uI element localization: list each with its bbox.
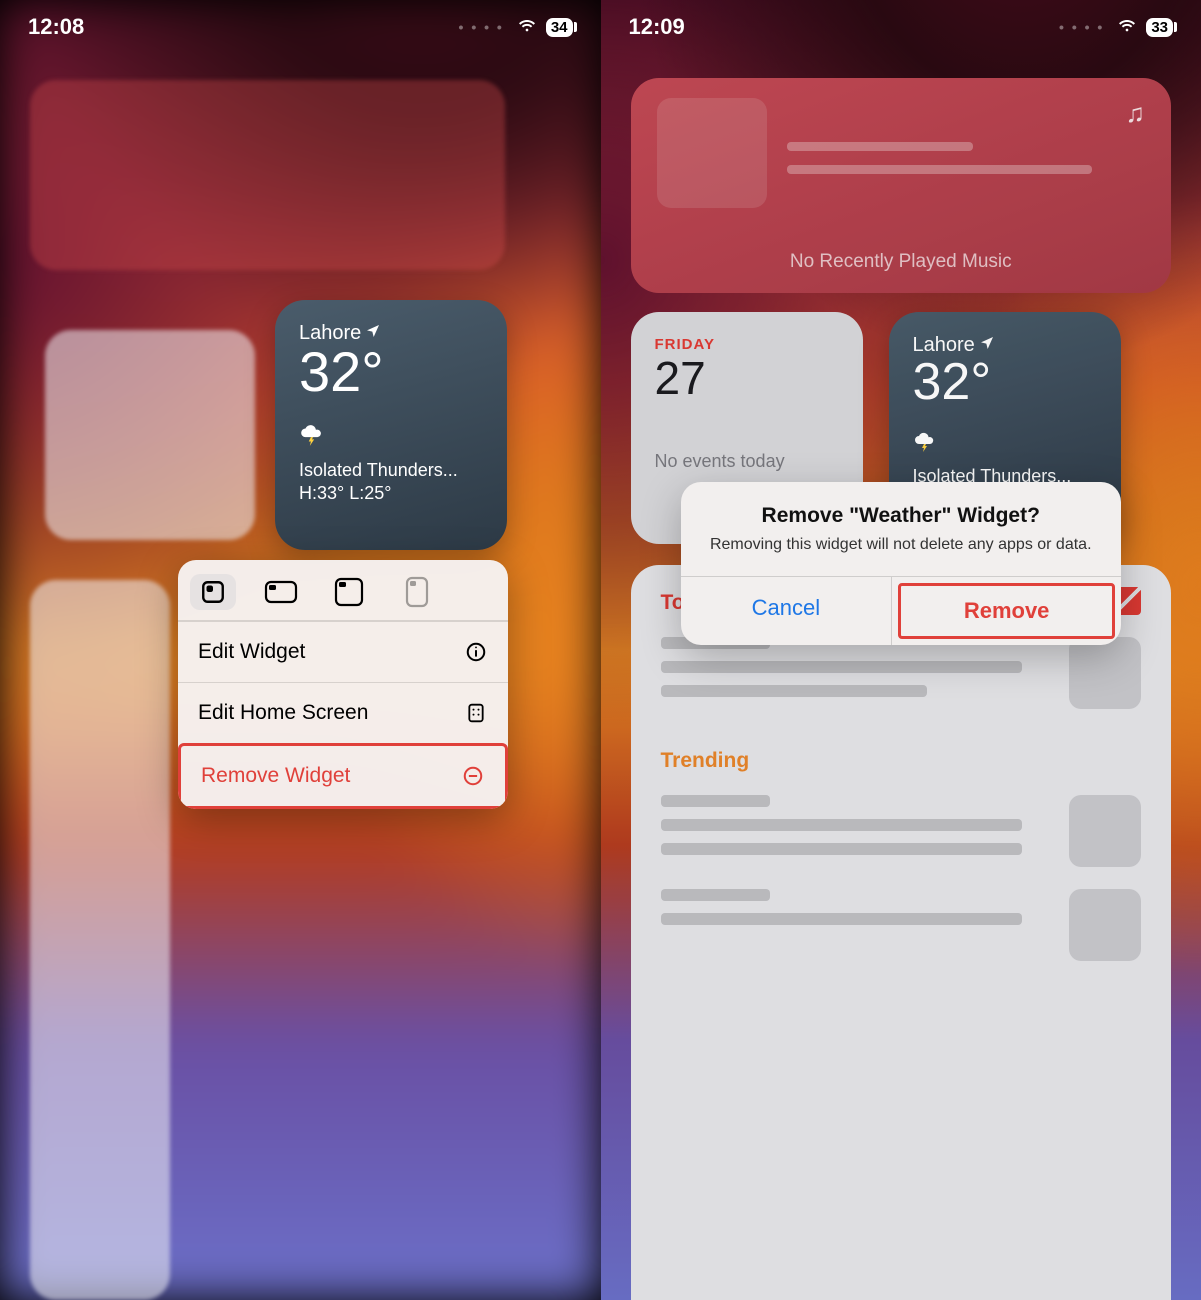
size-xlarge-icon[interactable] xyxy=(394,574,440,610)
size-medium-icon[interactable] xyxy=(258,574,304,610)
wifi-icon xyxy=(516,13,538,41)
thunder-icon xyxy=(299,422,483,454)
weather-high-low: H:33° L:25° xyxy=(299,483,483,504)
status-time: 12:09 xyxy=(629,14,685,40)
blurred-calendar-widget xyxy=(45,330,255,540)
minus-circle-icon xyxy=(461,764,485,788)
status-time: 12:08 xyxy=(28,14,84,40)
battery-icon: 33 xyxy=(1146,18,1173,37)
remove-widget-alert: Remove "Weather" Widget? Removing this w… xyxy=(681,482,1122,645)
size-small-icon[interactable] xyxy=(190,574,236,610)
screenshot-left: 12:08 • • • • 34 Lahore 32° Isolated Thu… xyxy=(0,0,601,1300)
alert-title: Remove "Weather" Widget? xyxy=(701,504,1102,528)
menu-remove-widget[interactable]: Remove Widget xyxy=(178,743,508,809)
cellular-dots-icon: • • • • xyxy=(459,19,504,35)
weather-condition: Isolated Thunders... xyxy=(299,460,483,481)
alert-message: Removing this widget will not delete any… xyxy=(701,534,1102,556)
widget-size-row xyxy=(178,560,508,621)
size-large-icon[interactable] xyxy=(326,574,372,610)
info-icon xyxy=(464,640,488,664)
weather-temp: 32° xyxy=(299,343,483,402)
menu-edit-home-label: Edit Home Screen xyxy=(198,701,368,725)
weather-widget[interactable]: Lahore 32° Isolated Thunders... H:33° L:… xyxy=(275,300,507,550)
alert-remove-button[interactable]: Remove xyxy=(898,583,1115,639)
apps-grid-icon xyxy=(464,701,488,725)
alert-dim-layer xyxy=(601,0,1201,1300)
blurred-news-widget xyxy=(30,580,170,1300)
battery-icon: 34 xyxy=(546,18,573,37)
status-bar: 12:08 • • • • 34 xyxy=(0,0,601,54)
blurred-music-widget xyxy=(30,80,505,270)
menu-edit-home-screen[interactable]: Edit Home Screen xyxy=(178,682,508,743)
alert-cancel-button[interactable]: Cancel xyxy=(681,577,893,645)
menu-remove-widget-label: Remove Widget xyxy=(201,764,350,788)
cellular-dots-icon: • • • • xyxy=(1059,19,1104,35)
status-bar: 12:09 • • • • 33 xyxy=(601,0,1201,54)
widget-context-menu: Edit Widget Edit Home Screen Remove Widg… xyxy=(178,560,508,809)
screenshot-right: 12:09 • • • • 33 ♫ No Recently Played Mu… xyxy=(601,0,1201,1300)
menu-edit-widget[interactable]: Edit Widget xyxy=(178,621,508,682)
wifi-icon xyxy=(1116,13,1138,41)
menu-edit-widget-label: Edit Widget xyxy=(198,640,305,664)
